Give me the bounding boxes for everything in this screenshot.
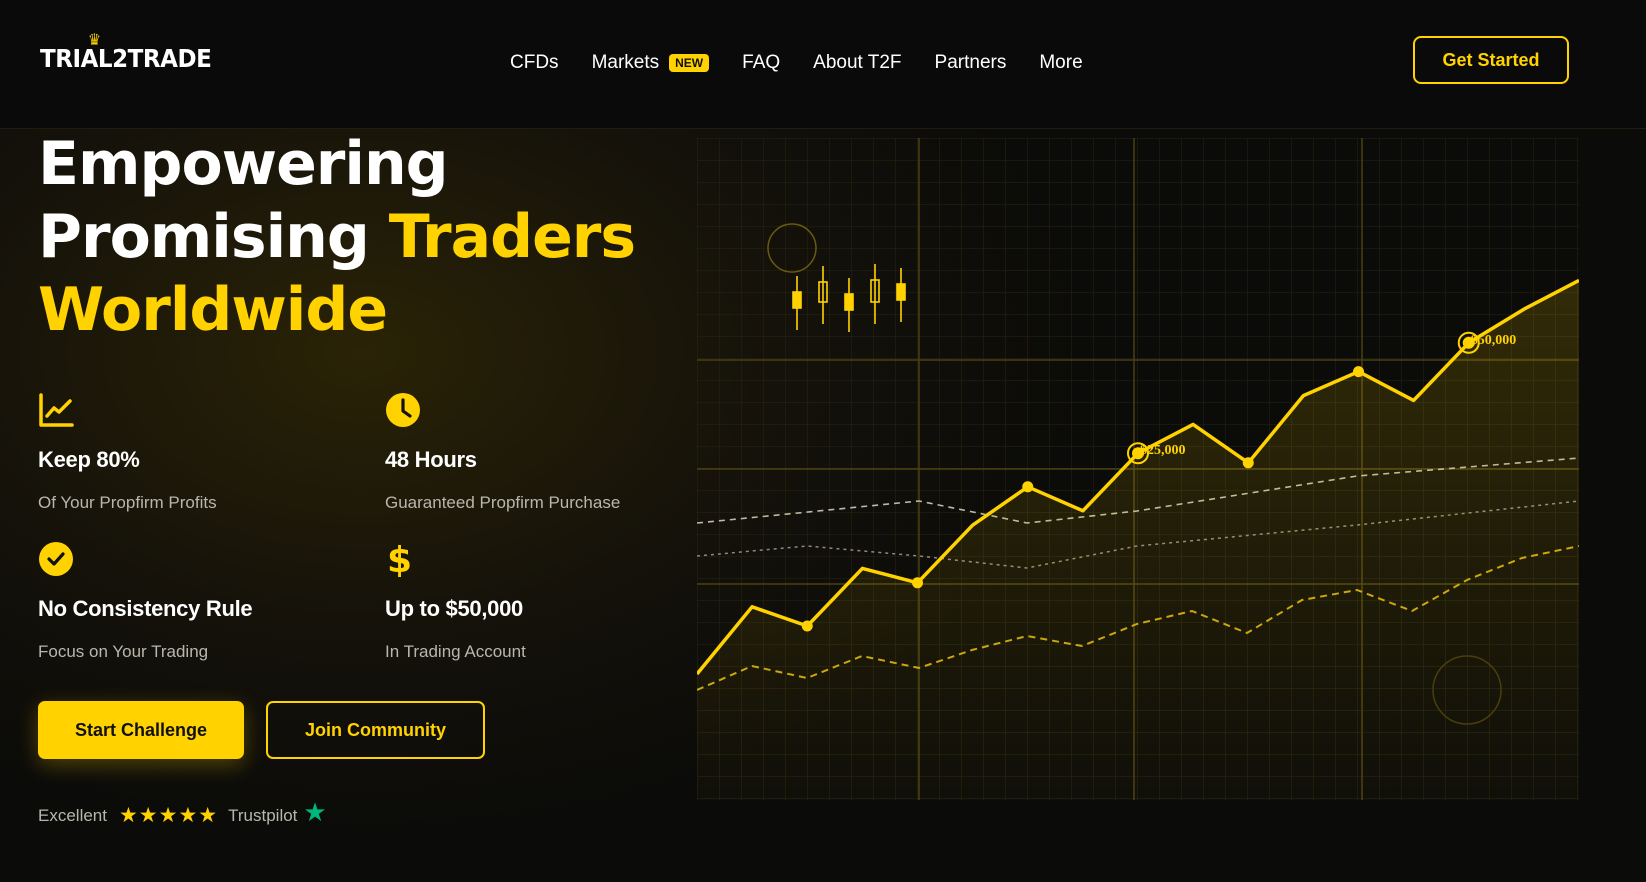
nav-item-faq[interactable]: FAQ [742,52,780,74]
growth-chart: $25,000 $50,000 [695,138,1580,800]
nav-item-markets[interactable]: Markets NEW [592,52,710,74]
feature-subtitle: In Trading Account [385,642,526,661]
rating-label: Excellent [38,805,107,825]
dollar-icon: $ [387,540,412,581]
brand-logo[interactable]: ♛ TRIAL2TRADE [40,30,212,73]
feature-keep-profits: Keep 80% Of Your Propfirm Profits [38,392,358,513]
nav-item-partners[interactable]: Partners [935,52,1007,74]
hero-title: Empowering Promising Traders Worldwide [38,129,636,345]
chart-point [1353,366,1364,378]
feature-subtitle: Guaranteed Propfirm Purchase [385,493,621,512]
candle-body [896,283,906,301]
chart-point [1022,481,1034,493]
feature-subtitle: Focus on Your Trading [38,642,209,661]
rating-stars: ★★★★★ [118,804,219,827]
candle-body [844,293,854,311]
feature-48-hours: 48 Hours Guaranteed Propfirm Purchase [385,392,705,513]
feature-title: Keep 80% [38,447,140,472]
svg-text:$: $ [387,541,412,577]
feature-account-size: $ Up to $50,000 In Trading Account [385,540,705,662]
feature-title: No Consistency Rule [38,596,253,621]
feature-title: Up to $50,000 [385,596,523,621]
feature-no-consistency: No Consistency Rule Focus on Your Tradin… [38,541,358,662]
check-circle-icon [39,542,73,576]
main-nav: CFDs Markets NEW FAQ About T2F Partners … [510,48,1116,78]
chart-point [912,577,923,589]
chart-line-icon [39,393,74,427]
new-badge: NEW [669,54,710,72]
nav-item-cfds[interactable]: CFDs [510,52,559,74]
join-community-button[interactable]: Join Community [266,701,485,759]
growth-chart-svg: $25,000 $50,000 [695,138,1580,800]
feature-subtitle: Of Your Propfirm Profits [38,493,217,512]
candle-body [792,291,802,309]
chart-point [1242,457,1254,469]
feature-title: 48 Hours [385,447,477,472]
chart-point [801,620,813,632]
trustpilot-label: Trustpilot [228,805,298,825]
get-started-button[interactable]: Get Started [1413,36,1569,84]
milestone-label: $25,000 [1140,443,1186,458]
start-challenge-button[interactable]: Start Challenge [38,701,244,759]
clock-icon [386,393,420,427]
trustpilot-rating[interactable]: Excellent ★★★★★ Trustpilot ★ [38,797,327,828]
nav-item-about[interactable]: About T2F [813,52,901,74]
brand-logo-text: TRIAL2TRADE [40,44,212,73]
top-navbar: ♛ TRIAL2TRADE CFDs Markets NEW FAQ About… [0,0,1646,129]
crown-icon: ♛ [87,30,101,49]
trustpilot-star-icon: ★ [303,797,327,827]
nav-item-more[interactable]: More [1039,52,1082,74]
milestone-label: $50,000 [1471,333,1517,348]
